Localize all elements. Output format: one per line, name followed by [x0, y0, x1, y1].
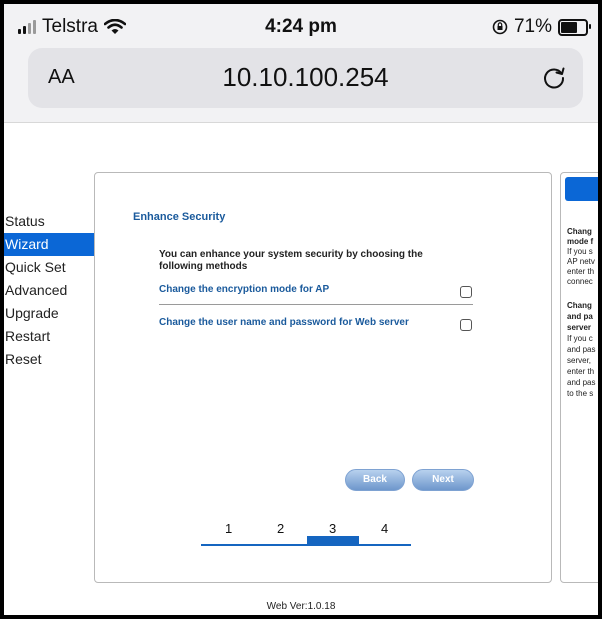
option-encryption-checkbox[interactable]: [460, 286, 472, 298]
sidebar-menu: Status Wizard Quick Set Advanced Upgrade…: [4, 210, 94, 371]
status-bar: Telstra 4:24 pm 71%: [4, 4, 598, 48]
help-line: enter th: [567, 367, 595, 376]
help-line: and pa: [567, 312, 593, 321]
step-progress-bar: [201, 544, 411, 546]
url-text[interactable]: 10.10.100.254: [28, 62, 583, 93]
help-line: connec: [567, 277, 593, 286]
version-footer: Web Ver:1.0.18: [266, 601, 336, 612]
step-indicator: 1 2 3 4: [201, 511, 411, 551]
help-line: If you c: [567, 334, 593, 343]
next-button[interactable]: Next: [412, 469, 474, 491]
intro-text: You can enhance your system security by …: [159, 249, 423, 272]
panel-title: Enhance Security: [133, 211, 226, 223]
help-line: Chang: [567, 227, 592, 236]
battery-percent: 71%: [513, 16, 552, 37]
help-panel-header: [565, 177, 598, 201]
option-divider: [159, 304, 473, 305]
help-line: enter th: [567, 267, 595, 276]
help-line: to the s: [567, 389, 594, 398]
help-line: AP netv: [567, 257, 595, 266]
help-line: server,: [567, 356, 592, 365]
reload-icon[interactable]: [541, 64, 567, 90]
sidebar-item-restart[interactable]: Restart: [4, 325, 94, 348]
back-button[interactable]: Back: [345, 469, 405, 491]
sidebar-item-wizard[interactable]: Wizard: [4, 233, 94, 256]
sidebar-item-advanced[interactable]: Advanced: [4, 279, 94, 302]
sidebar-item-upgrade[interactable]: Upgrade: [4, 302, 94, 325]
step-2: 2: [277, 521, 285, 536]
help-line: mode f: [567, 237, 594, 246]
sidebar-item-status[interactable]: Status: [4, 210, 94, 233]
battery-icon: [558, 18, 591, 36]
option-credentials-checkbox[interactable]: [460, 319, 472, 331]
help-panel: Chang mode f If you s AP netv enter th c…: [560, 172, 598, 583]
step-3: 3: [329, 521, 337, 536]
wizard-panel: Enhance Security You can enhance your sy…: [94, 172, 552, 583]
help-line: Chang: [567, 301, 592, 310]
option-encryption-label[interactable]: Change the encryption mode for AP: [159, 284, 473, 295]
orientation-lock-icon: [492, 19, 508, 35]
status-right: 71%: [492, 16, 591, 38]
page-divider: [4, 122, 598, 123]
step-1: 1: [225, 521, 233, 536]
help-line: and pas: [567, 345, 596, 354]
help-line: and pas: [567, 378, 596, 387]
help-line: If you s: [567, 247, 593, 256]
option-credentials-label[interactable]: Change the user name and password for We…: [159, 317, 473, 328]
sidebar-item-reset[interactable]: Reset: [4, 348, 94, 371]
phone-screen: Telstra 4:24 pm 71% AA 10.10.100.254 Sta…: [4, 4, 598, 615]
address-bar[interactable]: AA 10.10.100.254: [28, 48, 583, 108]
help-line: server: [567, 323, 592, 332]
web-page: Status Wizard Quick Set Advanced Upgrade…: [4, 122, 598, 615]
sidebar-item-quick-set[interactable]: Quick Set: [4, 256, 94, 279]
step-4: 4: [381, 521, 389, 536]
